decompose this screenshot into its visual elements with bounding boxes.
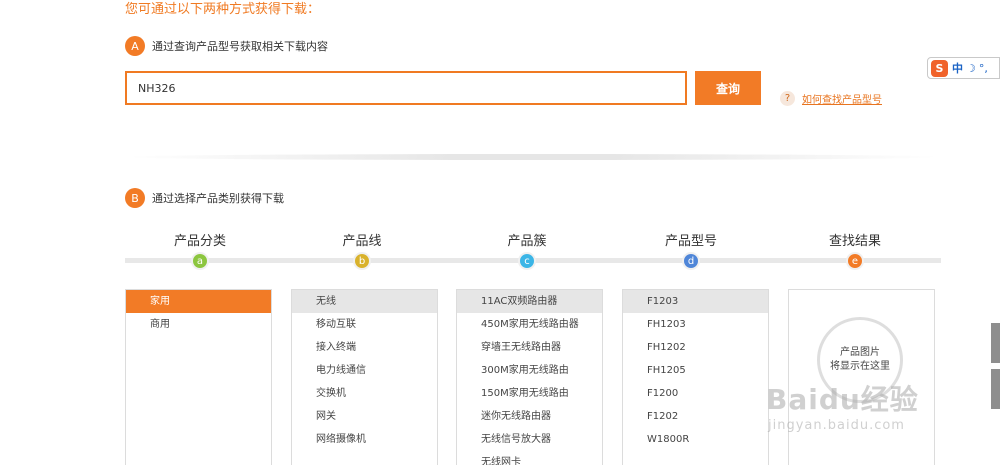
product-family-item[interactable]: 450M家用无线路由器 [457,313,602,336]
product-model-item[interactable]: F1203 [623,290,768,313]
intro-title: 您可通过以下两种方式获得下载： [125,2,321,17]
product-family-item[interactable]: 300M家用无线路由 [457,359,602,382]
category-item[interactable]: 家用 [126,290,271,313]
section-a-badge: A [125,36,145,56]
step-label: 产品簇 [507,234,547,249]
product-family-item[interactable]: 无线信号放大器 [457,428,602,451]
placeholder-line-1: 产品图片 [840,347,880,358]
product-line-item[interactable]: 网关 [292,405,437,428]
product-model-item[interactable]: FH1202 [623,336,768,359]
product-family-item[interactable]: 11AC双频路由器 [457,290,602,313]
product-family-item[interactable]: 穿墙王无线路由器 [457,336,602,359]
step-marker: a [191,252,209,270]
side-float-tab[interactable] [991,323,1000,363]
step-product-model: 产品型号 d [616,230,766,270]
help-link-group[interactable]: ? 如何查找产品型号 [780,91,882,106]
product-model-item[interactable]: F1202 [623,405,768,428]
sogou-ime-icon: S [931,59,948,77]
help-icon: ? [780,91,795,106]
product-line-item[interactable]: 移动互联 [292,313,437,336]
section-a-header: A 通过查询产品型号获取相关下载内容 [125,36,328,56]
product-line-item[interactable]: 无线 [292,290,437,313]
step-marker: d [682,252,700,270]
product-model-item[interactable]: FH1205 [623,359,768,382]
product-model-item[interactable]: W1800R [623,428,768,451]
sogou-ime-toolbar[interactable]: S 中 ☽ °, [927,57,1000,79]
step-label: 查找结果 [828,234,881,249]
product-family-item[interactable]: 迷你无线路由器 [457,405,602,428]
product-model-item[interactable]: FH1203 [623,313,768,336]
product-line-item[interactable]: 电力线通信 [292,359,437,382]
product-line-item[interactable]: 网络摄像机 [292,428,437,451]
product-model-input[interactable] [127,73,685,103]
product-line-item[interactable]: 交换机 [292,382,437,405]
product-model-panel: F1203 FH1203 FH1202 FH1205 F1200 F1202 W… [622,289,769,465]
product-family-panel: 11AC双频路由器 450M家用无线路由器 穿墙王无线路由器 300M家用无线路… [456,289,603,465]
section-a-title: 通过查询产品型号获取相关下载内容 [152,40,328,53]
product-line-item[interactable]: 接入终端 [292,336,437,359]
product-family-item[interactable]: 无线网卡 [457,451,602,465]
category-item[interactable]: 商用 [126,313,271,336]
search-button[interactable]: 查询 [695,71,761,105]
moon-icon[interactable]: ☽ [966,62,976,75]
step-product-family: 产品簇 c [452,230,602,270]
step-marker: e [846,252,864,270]
step-result: 查找结果 e [780,230,930,270]
step-label: 产品分类 [173,234,226,249]
find-model-link[interactable]: 如何查找产品型号 [802,91,882,106]
section-b-header: B 通过选择产品类别获得下载 [125,188,284,208]
placeholder-line-2: 将显示在这里 [830,361,890,372]
search-box[interactable] [125,71,687,105]
product-line-panel: 无线 移动互联 接入终端 电力线通信 交换机 网关 网络摄像机 [291,289,438,465]
product-image-placeholder: 产品图片 将显示在这里 [817,317,903,403]
section-divider [125,154,941,160]
ime-punctuation-toggle[interactable]: °, [979,62,988,75]
step-category: 产品分类 a [125,230,275,270]
section-b-title: 通过选择产品类别获得下载 [152,192,284,205]
product-family-item[interactable]: 150M家用无线路由 [457,382,602,405]
step-marker: c [518,252,536,270]
result-panel: 产品图片 将显示在这里 [788,289,935,465]
step-product-line: 产品线 b [287,230,437,270]
step-label: 产品型号 [664,234,717,249]
step-marker: b [353,252,371,270]
side-float-tab[interactable] [991,369,1000,409]
ime-language-toggle[interactable]: 中 [952,60,963,76]
step-label: 产品线 [342,234,382,249]
product-model-item[interactable]: F1200 [623,382,768,405]
section-b-badge: B [125,188,145,208]
category-panel: 家用 商用 [125,289,272,465]
